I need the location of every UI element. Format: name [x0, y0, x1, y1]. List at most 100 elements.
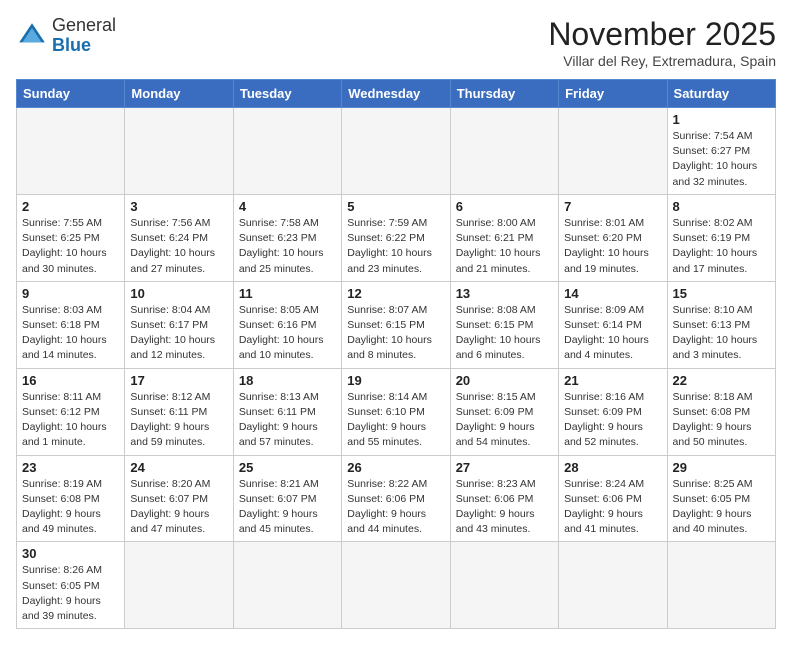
day-info: Sunrise: 8:18 AM Sunset: 6:08 PM Dayligh…	[673, 390, 770, 451]
day-number: 5	[347, 199, 444, 214]
calendar-cell: 11 Sunrise: 8:05 AM Sunset: 6:16 PM Dayli…	[233, 281, 341, 368]
calendar-cell: 28 Sunrise: 8:24 AM Sunset: 6:06 PM Dayli…	[559, 455, 667, 542]
calendar-cell	[342, 542, 450, 629]
calendar-cell: 16 Sunrise: 8:11 AM Sunset: 6:12 PM Dayli…	[17, 368, 125, 455]
calendar-cell	[667, 542, 775, 629]
calendar-cell: 30 Sunrise: 8:26 AM Sunset: 6:05 PM Dayli…	[17, 542, 125, 629]
logo: General Blue	[16, 16, 116, 56]
day-number: 3	[130, 199, 227, 214]
day-number: 25	[239, 460, 336, 475]
day-number: 11	[239, 286, 336, 301]
calendar-cell: 24Sunrise: 8:20 AM Sunset: 6:07 PM Dayli…	[125, 455, 233, 542]
weekday-header-friday: Friday	[559, 80, 667, 108]
day-number: 8	[673, 199, 770, 214]
day-number: 30	[22, 546, 119, 561]
day-number: 15	[673, 286, 770, 301]
calendar-week-row: 1Sunrise: 7:54 AM Sunset: 6:27 PM Daylig…	[17, 108, 776, 195]
calendar-cell: 19 Sunrise: 8:14 AM Sunset: 6:10 PM Dayli…	[342, 368, 450, 455]
calendar-cell	[342, 108, 450, 195]
logo-blue-text: Blue	[52, 35, 91, 55]
day-number: 12	[347, 286, 444, 301]
calendar-cell: 7Sunrise: 8:01 AM Sunset: 6:20 PM Daylig…	[559, 194, 667, 281]
day-info: Sunrise: 8:21 AM Sunset: 6:07 PM Dayligh…	[239, 477, 336, 538]
calendar-cell	[559, 108, 667, 195]
day-number: 14	[564, 286, 661, 301]
day-number: 23	[22, 460, 119, 475]
calendar-table: SundayMondayTuesdayWednesdayThursdayFrid…	[16, 79, 776, 629]
weekday-header-thursday: Thursday	[450, 80, 558, 108]
calendar-cell: 15 Sunrise: 8:10 AM Sunset: 6:13 PM Dayli…	[667, 281, 775, 368]
day-number: 22	[673, 373, 770, 388]
calendar-cell: 18 Sunrise: 8:13 AM Sunset: 6:11 PM Dayli…	[233, 368, 341, 455]
day-info: Sunrise: 8:09 AM Sunset: 6:14 PM Dayligh…	[564, 303, 661, 364]
day-number: 16	[22, 373, 119, 388]
calendar-cell: 8 Sunrise: 8:02 AM Sunset: 6:19 PM Daylig…	[667, 194, 775, 281]
calendar-cell: 25 Sunrise: 8:21 AM Sunset: 6:07 PM Dayli…	[233, 455, 341, 542]
calendar-cell: 14 Sunrise: 8:09 AM Sunset: 6:14 PM Dayli…	[559, 281, 667, 368]
calendar-cell: 9Sunrise: 8:03 AM Sunset: 6:18 PM Daylig…	[17, 281, 125, 368]
day-info: Sunrise: 8:26 AM Sunset: 6:05 PM Dayligh…	[22, 563, 119, 624]
day-number: 17	[130, 373, 227, 388]
calendar-cell: 2 Sunrise: 7:55 AM Sunset: 6:25 PM Daylig…	[17, 194, 125, 281]
day-info: Sunrise: 7:56 AM Sunset: 6:24 PM Dayligh…	[130, 216, 227, 277]
calendar-cell	[17, 108, 125, 195]
calendar-cell: 27 Sunrise: 8:23 AM Sunset: 6:06 PM Dayli…	[450, 455, 558, 542]
calendar-cell: 4 Sunrise: 7:58 AM Sunset: 6:23 PM Daylig…	[233, 194, 341, 281]
day-number: 20	[456, 373, 553, 388]
day-info: Sunrise: 8:05 AM Sunset: 6:16 PM Dayligh…	[239, 303, 336, 364]
day-info: Sunrise: 8:01 AM Sunset: 6:20 PM Dayligh…	[564, 216, 661, 277]
title-area: November 2025 Villar del Rey, Extremadur…	[548, 16, 776, 69]
day-number: 13	[456, 286, 553, 301]
calendar-cell: 1Sunrise: 7:54 AM Sunset: 6:27 PM Daylig…	[667, 108, 775, 195]
page-header: General Blue November 2025 Villar del Re…	[16, 16, 776, 69]
day-info: Sunrise: 8:10 AM Sunset: 6:13 PM Dayligh…	[673, 303, 770, 364]
calendar-week-row: 2 Sunrise: 7:55 AM Sunset: 6:25 PM Daylig…	[17, 194, 776, 281]
day-number: 10	[130, 286, 227, 301]
calendar-cell	[233, 108, 341, 195]
calendar-cell: 26Sunrise: 8:22 AM Sunset: 6:06 PM Dayli…	[342, 455, 450, 542]
weekday-header-tuesday: Tuesday	[233, 80, 341, 108]
calendar-cell: 3 Sunrise: 7:56 AM Sunset: 6:24 PM Daylig…	[125, 194, 233, 281]
weekday-header-row: SundayMondayTuesdayWednesdayThursdayFrid…	[17, 80, 776, 108]
calendar-cell: 5 Sunrise: 7:59 AM Sunset: 6:22 PM Daylig…	[342, 194, 450, 281]
calendar-cell: 10 Sunrise: 8:04 AM Sunset: 6:17 PM Dayli…	[125, 281, 233, 368]
calendar-cell: 20Sunrise: 8:15 AM Sunset: 6:09 PM Dayli…	[450, 368, 558, 455]
calendar-cell	[450, 542, 558, 629]
day-number: 2	[22, 199, 119, 214]
day-info: Sunrise: 8:19 AM Sunset: 6:08 PM Dayligh…	[22, 477, 119, 538]
weekday-header-wednesday: Wednesday	[342, 80, 450, 108]
calendar-cell	[559, 542, 667, 629]
day-info: Sunrise: 7:58 AM Sunset: 6:23 PM Dayligh…	[239, 216, 336, 277]
day-info: Sunrise: 8:14 AM Sunset: 6:10 PM Dayligh…	[347, 390, 444, 451]
day-info: Sunrise: 8:13 AM Sunset: 6:11 PM Dayligh…	[239, 390, 336, 451]
weekday-header-saturday: Saturday	[667, 80, 775, 108]
day-info: Sunrise: 7:55 AM Sunset: 6:25 PM Dayligh…	[22, 216, 119, 277]
day-info: Sunrise: 8:03 AM Sunset: 6:18 PM Dayligh…	[22, 303, 119, 364]
calendar-week-row: 30 Sunrise: 8:26 AM Sunset: 6:05 PM Dayli…	[17, 542, 776, 629]
day-info: Sunrise: 8:02 AM Sunset: 6:19 PM Dayligh…	[673, 216, 770, 277]
calendar-cell: 21 Sunrise: 8:16 AM Sunset: 6:09 PM Dayli…	[559, 368, 667, 455]
day-info: Sunrise: 8:23 AM Sunset: 6:06 PM Dayligh…	[456, 477, 553, 538]
day-number: 19	[347, 373, 444, 388]
logo-icon	[16, 20, 48, 52]
day-number: 29	[673, 460, 770, 475]
calendar-week-row: 9Sunrise: 8:03 AM Sunset: 6:18 PM Daylig…	[17, 281, 776, 368]
day-info: Sunrise: 8:04 AM Sunset: 6:17 PM Dayligh…	[130, 303, 227, 364]
day-info: Sunrise: 8:16 AM Sunset: 6:09 PM Dayligh…	[564, 390, 661, 451]
calendar-cell: 13Sunrise: 8:08 AM Sunset: 6:15 PM Dayli…	[450, 281, 558, 368]
day-number: 24	[130, 460, 227, 475]
day-info: Sunrise: 7:59 AM Sunset: 6:22 PM Dayligh…	[347, 216, 444, 277]
day-number: 27	[456, 460, 553, 475]
day-number: 21	[564, 373, 661, 388]
calendar-title: November 2025	[548, 16, 776, 53]
day-info: Sunrise: 8:07 AM Sunset: 6:15 PM Dayligh…	[347, 303, 444, 364]
day-number: 4	[239, 199, 336, 214]
day-number: 18	[239, 373, 336, 388]
calendar-subtitle: Villar del Rey, Extremadura, Spain	[548, 53, 776, 69]
calendar-cell: 23 Sunrise: 8:19 AM Sunset: 6:08 PM Dayli…	[17, 455, 125, 542]
day-info: Sunrise: 8:11 AM Sunset: 6:12 PM Dayligh…	[22, 390, 119, 451]
day-info: Sunrise: 8:24 AM Sunset: 6:06 PM Dayligh…	[564, 477, 661, 538]
calendar-week-row: 16 Sunrise: 8:11 AM Sunset: 6:12 PM Dayli…	[17, 368, 776, 455]
day-number: 6	[456, 199, 553, 214]
day-number: 28	[564, 460, 661, 475]
